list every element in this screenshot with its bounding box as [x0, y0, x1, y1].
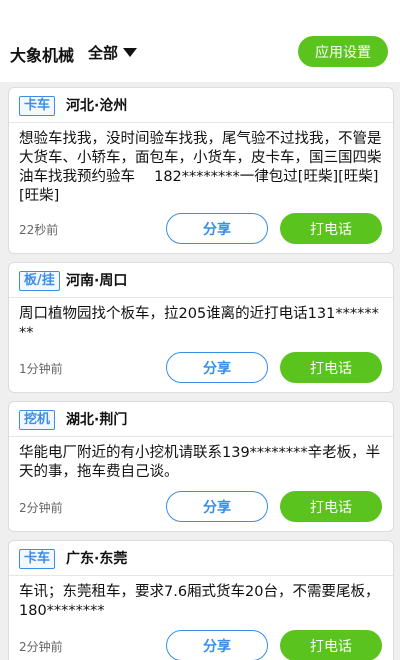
post-time: 2分钟前: [19, 501, 63, 515]
category-tag: 挖机: [19, 410, 56, 430]
post-content: 华能电厂附近的有小挖机请联系139********辛老板，半天的事，拖车费自己谈…: [19, 445, 381, 480]
post-time: 1分钟前: [19, 362, 63, 376]
post-location: 广东·东莞: [66, 551, 128, 567]
app-header: 大象机械 全部 应用设置: [0, 0, 400, 82]
post-card: 卡车 广东·东莞 车讯；东莞租车，要求7.6厢式货车20台，不需要尾板，180*…: [8, 540, 394, 660]
post-time: 2分钟前: [19, 640, 63, 654]
card-divider: [9, 436, 393, 437]
category-tag: 卡车: [19, 96, 56, 116]
share-button[interactable]: 分享: [166, 630, 268, 660]
app-title: 大象机械: [10, 46, 75, 65]
category-tag: 板/挂: [19, 271, 60, 291]
post-content: 想验车找我，没时间验车找我，尾气验不过找我，不管是大货车、小轿车，面包车，小货车…: [19, 131, 382, 204]
post-card: 挖机 湖北·荆门 华能电厂附近的有小挖机请联系139********辛老板，半天…: [8, 401, 394, 532]
share-button[interactable]: 分享: [166, 352, 268, 383]
post-location: 河南·周口: [66, 273, 128, 289]
card-divider: [9, 122, 393, 123]
post-location: 河北·沧州: [66, 98, 128, 114]
post-card: 板/挂 河南·周口 周口植物园找个板车，拉205谁离的近打电话131******…: [8, 262, 394, 393]
call-button[interactable]: 打电话: [280, 213, 382, 244]
post-location: 湖北·荆门: [66, 412, 128, 428]
category-filter-dropdown[interactable]: 全部: [88, 42, 138, 63]
post-content: 车讯；东莞租车，要求7.6厢式货车20台，不需要尾板，180********: [19, 584, 380, 619]
category-tag: 卡车: [19, 549, 56, 569]
filter-label: 全部: [88, 44, 119, 62]
card-divider: [9, 297, 393, 298]
call-button[interactable]: 打电话: [280, 630, 382, 660]
app-settings-button[interactable]: 应用设置: [298, 36, 388, 67]
share-button[interactable]: 分享: [166, 491, 268, 522]
post-content: 周口植物园找个板车，拉205谁离的近打电话131********: [19, 306, 379, 341]
card-divider: [9, 575, 393, 576]
caret-down-icon: [123, 48, 138, 57]
call-button[interactable]: 打电话: [280, 491, 382, 522]
call-button[interactable]: 打电话: [280, 352, 382, 383]
post-card: 卡车 河北·沧州 想验车找我，没时间验车找我，尾气验不过找我，不管是大货车、小轿…: [8, 87, 394, 254]
post-time: 22秒前: [19, 223, 59, 237]
share-button[interactable]: 分享: [166, 213, 268, 244]
